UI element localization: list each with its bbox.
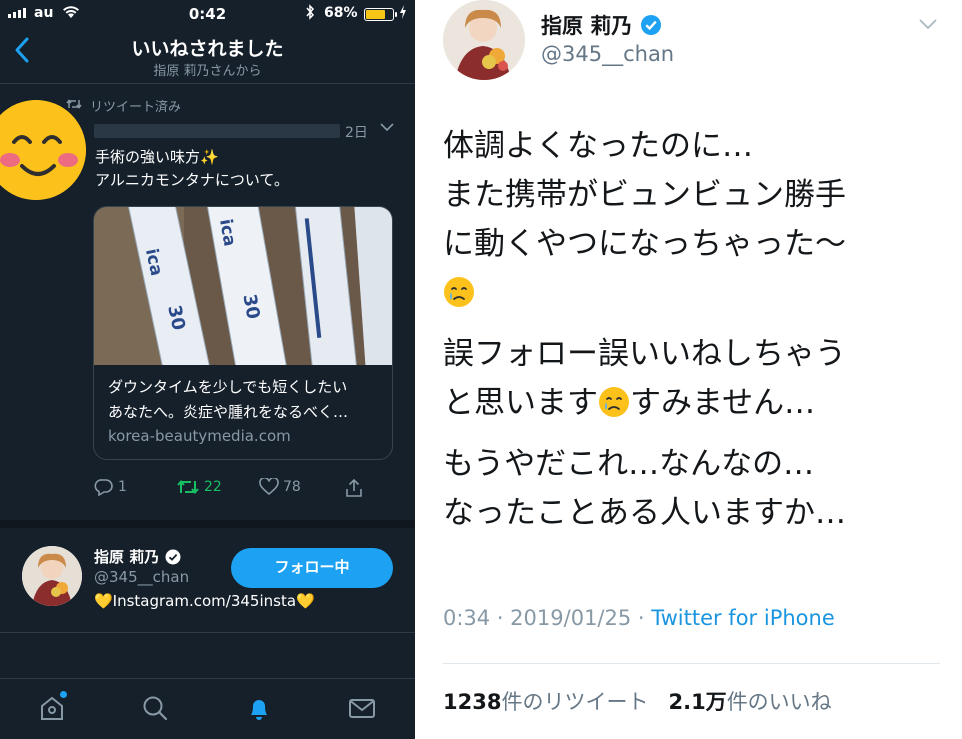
tweet-time: 2日: [345, 125, 368, 141]
retweeted-indicator: リツイート済み: [66, 96, 181, 115]
likes-stat[interactable]: 2.1万件のいいね: [668, 690, 831, 714]
tweet-timestamp: 0:34 · 2019/01/25 ·: [443, 606, 652, 630]
reply-count: 1: [118, 479, 127, 495]
chevron-down-icon[interactable]: [380, 120, 394, 136]
tweet-line: に動くやつになっちゃった〜: [443, 226, 846, 262]
like-button[interactable]: 78: [259, 478, 301, 496]
link-card[interactable]: ica 30 ica 30 ダウンタイムを少しでも短くしたい あなたへ。炎症や腫…: [93, 206, 393, 460]
tweet-paragraph: 誤フォロー誤いいねしちゃう と思います すみません…: [443, 330, 943, 428]
tweet-meta: 0:34 · 2019/01/25 · Twitter for iPhone: [443, 606, 835, 630]
avatar[interactable]: [22, 546, 82, 606]
tab-bar: [0, 678, 415, 739]
following-button[interactable]: フォロー中: [231, 548, 393, 588]
tweet-line: 誤フォロー誤いいねしちゃう: [443, 336, 846, 372]
share-icon: [346, 478, 362, 497]
user-row[interactable]: 指原 莉乃 @345__chan 💛Instagram.com/345insta…: [0, 528, 415, 632]
tweet-line: なったことある人いますか…: [443, 495, 846, 531]
tweet-actions: 1 22 78: [94, 478, 394, 500]
page-subtitle: 指原 莉乃さんから: [153, 64, 262, 79]
retweeted-label: リツイート済み: [90, 100, 182, 115]
new-content-dot: [60, 691, 67, 698]
retweet-label: 件のリツイート: [501, 690, 649, 714]
user-name[interactable]: 指原 莉乃: [94, 546, 181, 567]
author-name-text: 指原 莉乃: [541, 14, 633, 38]
heart-icon: [259, 478, 279, 496]
tweet-text: 手術の強い味方✨ アルニカモンタナについて。: [95, 146, 395, 192]
retweet-button[interactable]: 22: [176, 478, 222, 496]
charging-icon: [399, 4, 407, 24]
messages-icon: [349, 699, 375, 718]
tweet-paragraph: 体調よくなったのに… また携帯がビュンビュン勝手 に動くやつになっちゃった〜: [443, 122, 943, 318]
tweet-line: また携帯がビュンビュン勝手: [443, 177, 846, 213]
section-divider: [0, 520, 415, 528]
author-handle: @345__chan: [541, 42, 675, 66]
verified-badge-icon: [165, 549, 181, 564]
svg-text:30: 30: [238, 292, 263, 320]
bluetooth-icon: [305, 4, 315, 24]
tab-home[interactable]: [37, 691, 67, 723]
retweets-stat[interactable]: 1238件のリツイート: [443, 690, 648, 714]
screenshot-root: au 0:42 68% いいねされました 指原 莉乃さんから リツイート済み 2…: [0, 0, 962, 739]
tweet-body: 体調よくなったのに… また携帯がビュンビュン勝手 に動くやつになっちゃった〜 誤…: [443, 122, 943, 550]
section-divider: [0, 632, 415, 633]
tweet-paragraph: もうやだこれ…なんなの… なったことある人いますか…: [443, 440, 943, 538]
like-count: 78: [283, 479, 301, 495]
battery-icon: [364, 8, 397, 21]
search-icon: [143, 696, 168, 721]
status-bar: au 0:42 68%: [0, 0, 415, 28]
card-description: ダウンタイムを少しでも短くしたい あなたへ。炎症や腫れをなるべく…: [108, 375, 384, 425]
retweet-icon: [177, 479, 199, 495]
crying-face-icon: [599, 387, 629, 417]
card-description-line: ダウンタイムを少しでも短くしたい: [108, 378, 348, 396]
nav-bar: いいねされました 指原 莉乃さんから: [0, 28, 415, 84]
avatar[interactable]: [443, 0, 525, 80]
chevron-down-icon[interactable]: [919, 14, 937, 35]
tweet-detail: 指原 莉乃 @345__chan 体調よくなったのに… また携帯がビュンビュン勝…: [415, 0, 962, 739]
user-handle: @345__chan: [94, 568, 190, 586]
tab-search[interactable]: [140, 693, 170, 723]
retweet-count: 22: [204, 479, 222, 495]
crying-face-icon: [444, 277, 474, 307]
author-name[interactable]: 指原 莉乃: [541, 10, 662, 40]
share-button[interactable]: [344, 478, 364, 498]
card-description-line: あなたへ。炎症や腫れをなるべく…: [108, 403, 349, 421]
verified-badge-icon: [641, 15, 662, 35]
smiley-face-icon[interactable]: [0, 100, 86, 200]
battery-level-fill: [366, 10, 386, 19]
tweet-text-line: アルニカモンタナについて。: [95, 171, 289, 189]
tab-notifications[interactable]: [244, 693, 274, 723]
tweet-text-line: 手術の強い味方✨: [95, 148, 219, 166]
tweet-source-link[interactable]: Twitter for iPhone: [651, 606, 835, 630]
notifications-icon: [251, 700, 267, 720]
redacted-username: [94, 124, 340, 138]
notifications-screen: au 0:42 68% いいねされました 指原 莉乃さんから リツイート済み 2…: [0, 0, 415, 739]
tweet-line: もうやだこれ…なんなの…: [443, 446, 815, 482]
divider: [443, 663, 940, 664]
card-image: ica 30 ica 30: [94, 207, 392, 365]
card-domain: korea-beautymedia.com: [108, 427, 291, 445]
like-label: 件のいいね: [726, 690, 832, 714]
tweet-stats: 1238件のリツイート 2.1万件のいいね: [443, 686, 832, 716]
reply-button[interactable]: 1: [94, 478, 127, 496]
retweet-count: 1238: [443, 690, 502, 714]
like-count: 2.1万: [668, 690, 727, 714]
user-name-text: 指原 莉乃: [94, 548, 160, 566]
tweet-line: 体調よくなったのに…: [443, 128, 753, 164]
reply-icon: [94, 479, 113, 496]
tab-messages[interactable]: [347, 693, 377, 723]
battery-percent: 68%: [324, 5, 358, 21]
tweet-line: すみません…: [630, 385, 816, 421]
tweet-line: と思います: [443, 385, 598, 421]
user-bio: 💛Instagram.com/345insta💛: [94, 592, 315, 610]
page-title: いいねされました: [131, 38, 284, 60]
